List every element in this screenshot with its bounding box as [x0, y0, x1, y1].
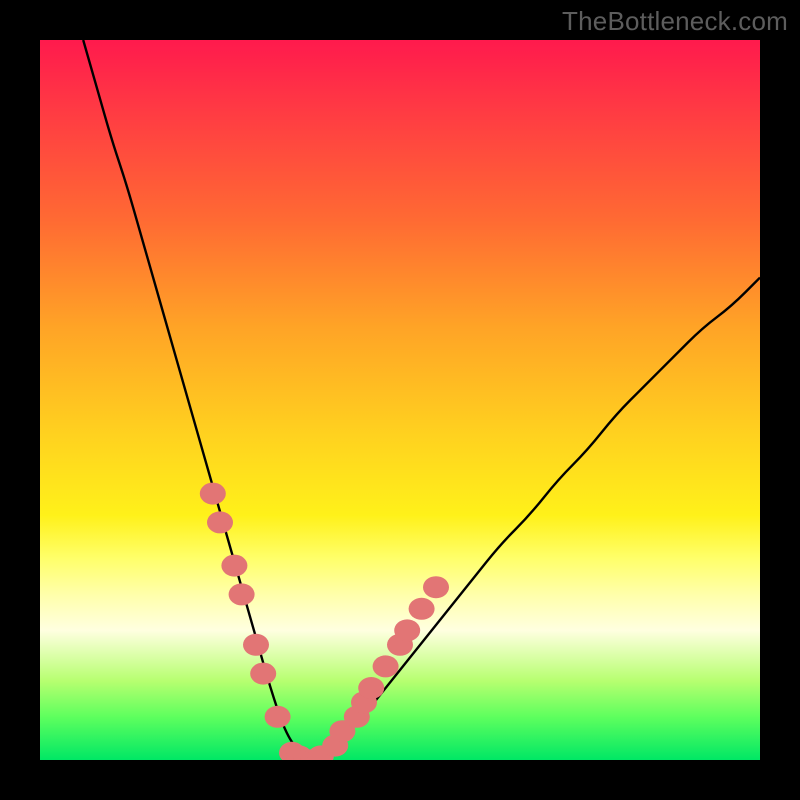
marker-dot: [229, 583, 255, 605]
watermark-text: TheBottleneck.com: [562, 6, 788, 37]
marker-dot: [373, 655, 399, 677]
marker-dot: [409, 598, 435, 620]
marker-dot: [394, 619, 420, 641]
marker-dot: [207, 511, 233, 533]
marker-dot: [221, 555, 247, 577]
bottleneck-chart: [40, 40, 760, 760]
marker-dot: [200, 483, 226, 505]
markers-right: [322, 576, 449, 756]
marker-dot: [358, 677, 384, 699]
marker-dot: [423, 576, 449, 598]
marker-dot: [243, 634, 269, 656]
chart-frame: TheBottleneck.com: [0, 0, 800, 800]
marker-dot: [250, 663, 276, 685]
markers-left: [200, 483, 291, 728]
curve-line: [83, 40, 760, 758]
plot-area: [40, 40, 760, 760]
marker-dot: [265, 706, 291, 728]
